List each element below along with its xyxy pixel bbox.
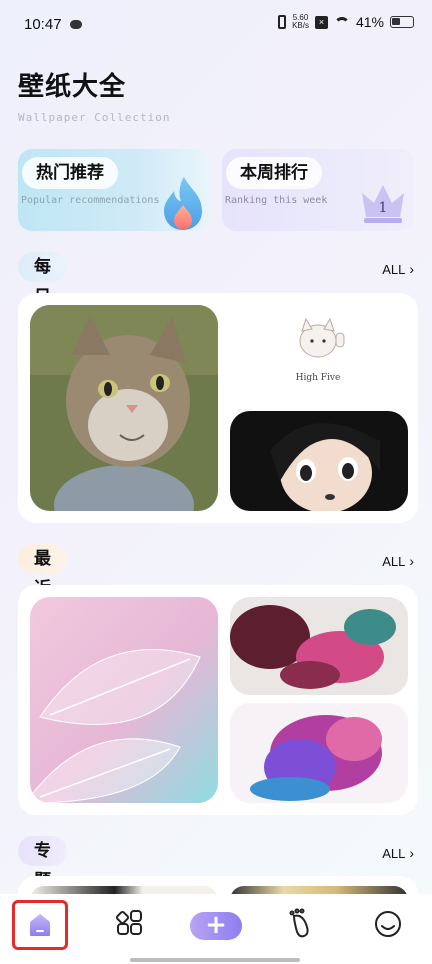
rank-number: 1	[379, 200, 388, 216]
leaf-photo	[30, 597, 218, 803]
topics-all-label: ALL	[382, 846, 406, 861]
sim-x-icon: ×	[314, 15, 328, 29]
crown-icon: 1	[362, 185, 404, 223]
net-speed: 5.60 KB/s	[292, 14, 309, 30]
flame-icon	[164, 177, 202, 230]
battery-icon	[390, 16, 414, 28]
status-right: 5.60 KB/s × 41%	[278, 14, 414, 30]
high-five-cat-illustration	[230, 307, 406, 403]
page-subtitle: Wallpaper Collection	[18, 111, 171, 124]
weekly-ranking-card[interactable]: 本周排行 Ranking this week 1	[222, 149, 414, 231]
gesture-bar[interactable]	[130, 958, 300, 962]
wallpaper-cat[interactable]	[30, 305, 218, 511]
wallpaper-high-five[interactable]: High Five	[230, 307, 406, 403]
daily-panel: High Five	[18, 293, 418, 523]
ink-smoke-photo-1	[230, 597, 408, 695]
recent-all-label: ALL	[382, 554, 406, 569]
cat-photo	[30, 305, 218, 511]
vibrate-icon	[278, 15, 287, 29]
recent-panel	[18, 585, 418, 815]
wallpaper-leaf[interactable]	[30, 597, 218, 803]
weekly-title: 本周排行	[226, 157, 322, 189]
chevron-right-icon: ›	[409, 845, 414, 861]
chevron-right-icon: ›	[409, 553, 414, 569]
popular-recommendations-card[interactable]: 热门推荐 Popular recommendations	[18, 149, 210, 231]
footprint-icon[interactable]	[282, 904, 322, 944]
net-speed-unit: KB/s	[292, 21, 309, 30]
wallpaper-ink-2[interactable]	[230, 703, 408, 803]
home-tab[interactable]	[12, 900, 68, 950]
daily-all-button[interactable]: ALL ›	[382, 261, 414, 277]
smile-icon[interactable]	[368, 904, 408, 944]
wechat-notification-icon	[70, 20, 82, 29]
recent-section-title: 最近更新	[18, 544, 67, 659]
page-title: 壁纸大全	[18, 72, 127, 102]
daily-all-label: ALL	[382, 262, 406, 277]
grid-apps-icon[interactable]	[110, 904, 150, 944]
recent-all-button[interactable]: ALL ›	[382, 553, 414, 569]
battery-percent: 41%	[355, 14, 384, 30]
status-bar: 10:47 5.60 KB/s × 41%	[0, 0, 432, 50]
wallpaper-ink-1[interactable]	[230, 597, 408, 695]
wifi-icon	[334, 16, 350, 28]
plus-icon: +	[205, 910, 227, 940]
home-icon	[30, 914, 50, 936]
wallpaper-anime[interactable]	[230, 411, 408, 511]
ink-smoke-photo-2	[230, 703, 408, 803]
topics-all-button[interactable]: ALL ›	[382, 845, 414, 861]
chevron-right-icon: ›	[409, 261, 414, 277]
topics-section-title: 专题提供	[18, 836, 67, 951]
weekly-subtitle: Ranking this week	[225, 195, 328, 206]
daily-section-title: 每日精选	[18, 252, 67, 367]
popular-subtitle: Popular recommendations	[21, 195, 160, 206]
add-button[interactable]: +	[190, 912, 242, 940]
status-time: 10:47	[24, 16, 62, 33]
high-five-caption: High Five	[295, 373, 341, 383]
anime-portrait	[230, 411, 408, 511]
popular-title: 热门推荐	[22, 157, 118, 189]
bottom-nav: +	[0, 894, 432, 964]
